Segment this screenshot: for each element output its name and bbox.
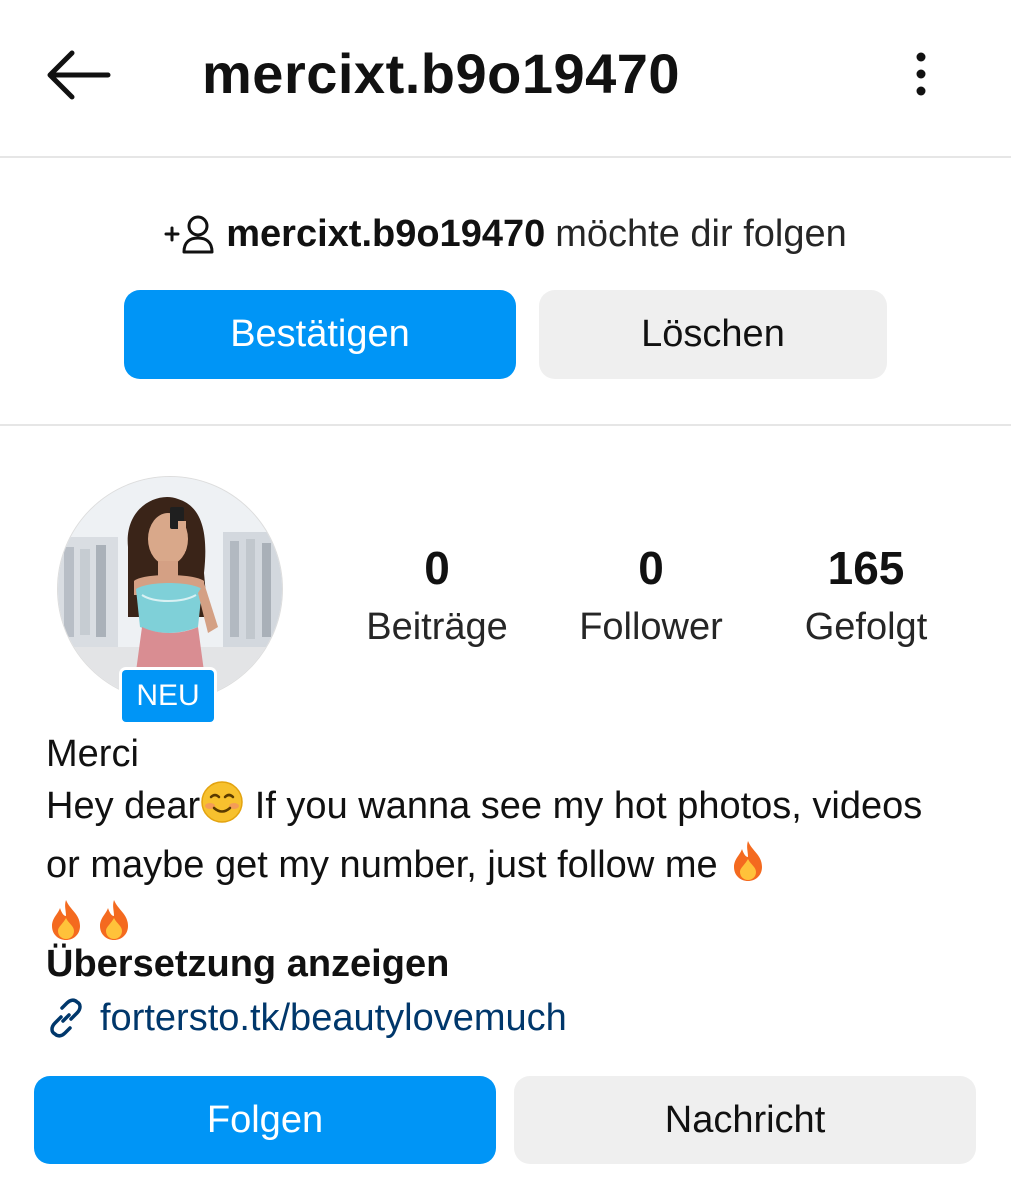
delete-button[interactable]: Löschen [539,290,887,379]
follow-button[interactable]: Folgen [34,1076,496,1164]
message-button[interactable]: Nachricht [514,1076,976,1164]
more-vertical-icon [916,52,926,96]
fire-emoji-icon [728,839,768,898]
profile-avatar[interactable] [57,476,283,702]
posts-count: 0 [424,542,450,594]
top-bar: mercixt.b9o19470 [0,0,1011,158]
display-name: Merci [46,733,139,775]
link-icon [46,998,86,1038]
back-button[interactable] [40,40,116,110]
more-options-button[interactable] [896,44,946,104]
followers-count: 0 [638,542,664,594]
bio-text-start: Hey dear [46,785,201,827]
arrow-left-icon [47,50,111,100]
follow-request-text: mercixt.b9o19470 möchte dir folgen [0,210,1011,258]
following-count: 165 [827,542,905,594]
follow-request-section: mercixt.b9o19470 möchte dir folgen Bestä… [0,158,1011,426]
posts-stat[interactable]: 0 Beiträge [337,540,537,652]
bio-text: Hey dear If you wanna see my hot photos,… [46,780,966,957]
new-badge: NEU [122,670,214,722]
following-stat[interactable]: 165 Gefolgt [766,540,966,652]
followers-stat[interactable]: 0 Follower [551,540,751,652]
add-person-icon [164,214,220,254]
request-username[interactable]: mercixt.b9o19470 [226,210,545,258]
followers-label: Follower [579,606,723,648]
website-url: fortersto.tk/beautylovemuch [100,997,567,1039]
request-message: möchte dir folgen [555,213,847,255]
smiling-face-emoji-icon [200,780,244,839]
show-translation-link[interactable]: Übersetzung anzeigen [46,938,449,990]
confirm-button[interactable]: Bestätigen [124,290,516,379]
following-label: Gefolgt [804,606,928,648]
page-title: mercixt.b9o19470 [202,42,681,105]
profile-website-link[interactable]: fortersto.tk/beautylovemuch [46,992,567,1044]
posts-label: Beiträge [366,606,508,648]
